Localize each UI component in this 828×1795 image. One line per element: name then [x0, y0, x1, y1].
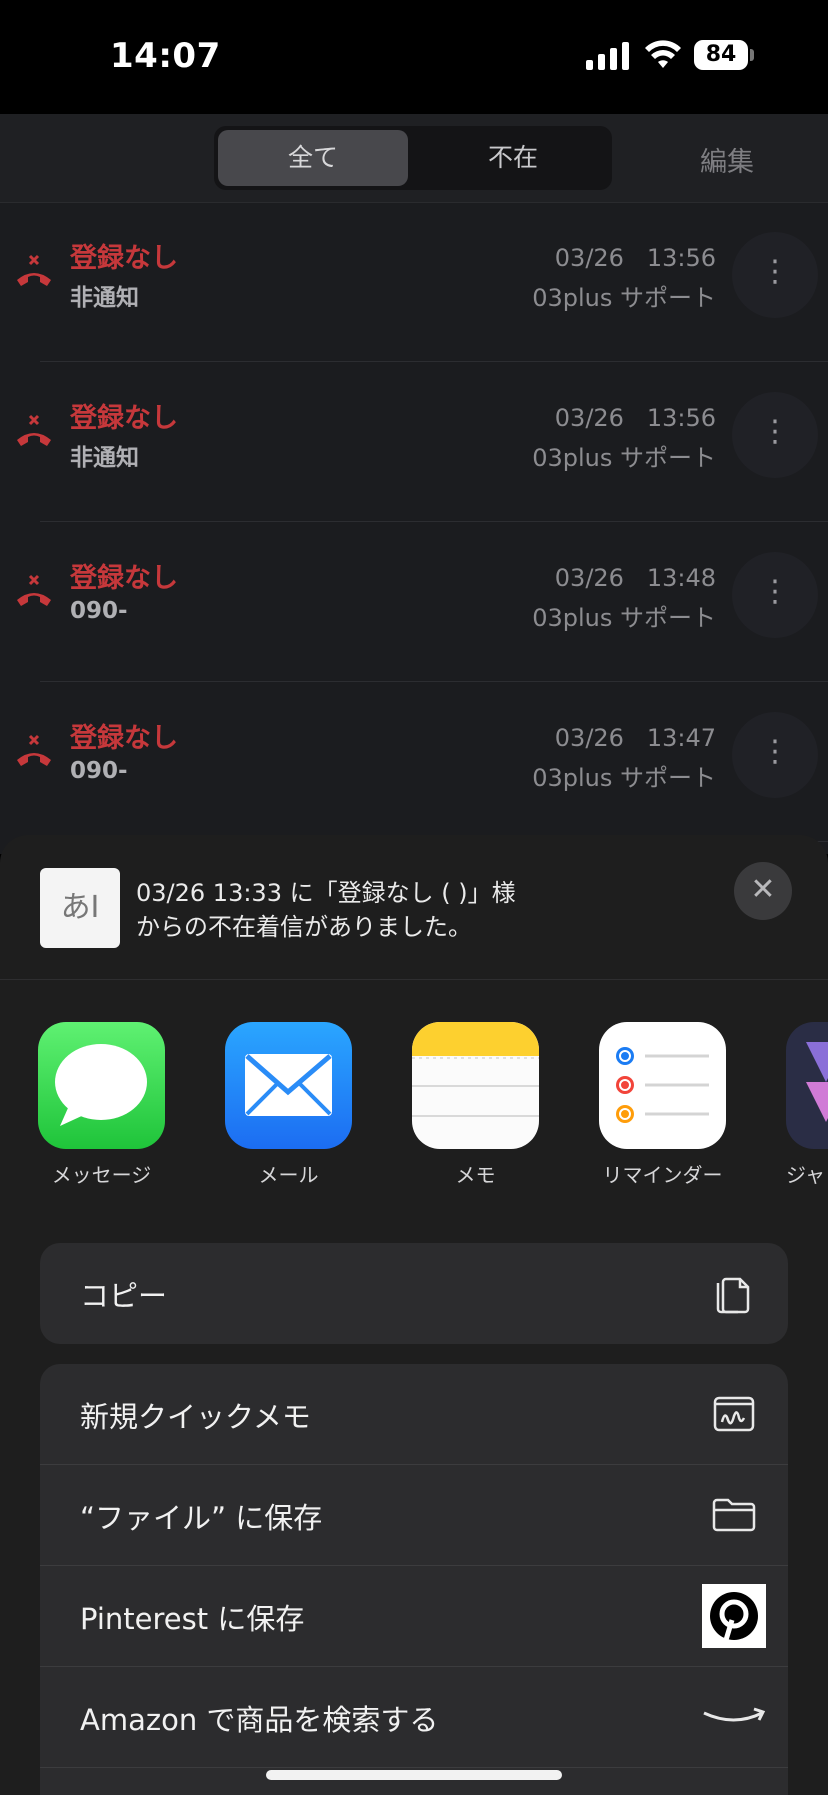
caller-number: 090- — [70, 598, 128, 624]
pinterest-icon — [702, 1584, 766, 1648]
amazon-search-action[interactable]: Amazon で商品を検索する — [40, 1667, 788, 1768]
share-app-reminders[interactable]: リマインダー — [599, 1022, 726, 1188]
cellular-signal-icon — [586, 42, 629, 70]
call-datetime: 03/26 13:48 — [554, 564, 716, 592]
call-line: 03plus サポート — [532, 764, 716, 792]
status-time: 14:07 — [110, 36, 221, 76]
more-options-button[interactable]: ⋮ — [732, 552, 818, 638]
reminders-icon — [599, 1022, 726, 1149]
share-app-shortcuts[interactable]: ジャ — [786, 1022, 828, 1188]
caller-number: 非通知 — [70, 445, 139, 471]
messages-icon — [38, 1022, 165, 1149]
battery-cap — [750, 49, 754, 61]
call-line: 03plus サポート — [532, 604, 716, 632]
more-options-button[interactable]: ⋮ — [732, 392, 818, 478]
actions-group: 新規クイックメモ “ファイル” に保存 Pinterest に保存 Amazon… — [40, 1364, 788, 1795]
call-row[interactable]: 登録なし 090- 03/26 13:48 03plus サポート ⋮ — [0, 522, 828, 682]
caller-name: 登録なし — [70, 403, 178, 434]
share-app-label: ジャ — [786, 1163, 825, 1187]
mail-icon — [225, 1022, 352, 1149]
action-label: 新規クイックメモ — [80, 1400, 311, 1434]
call-datetime: 03/26 13:56 — [554, 404, 716, 432]
folder-icon — [712, 1498, 756, 1532]
battery-indicator: 84 — [694, 40, 748, 70]
shortcuts-icon — [786, 1022, 828, 1149]
missed-call-icon — [17, 574, 51, 606]
close-button[interactable]: ✕ — [734, 862, 792, 920]
copy-group: コピー — [40, 1243, 788, 1344]
share-apps-row: メッセージ メール メモ リマインダー ジャ — [0, 1022, 828, 1192]
call-line: 03plus サポート — [532, 444, 716, 472]
wifi-icon — [645, 40, 681, 68]
copy-icon — [716, 1277, 750, 1314]
more-options-button[interactable]: ⋮ — [732, 712, 818, 798]
caller-name: 登録なし — [70, 243, 178, 274]
quick-note-icon — [713, 1396, 755, 1432]
tab-missed[interactable]: 不在 — [418, 130, 608, 186]
call-line: 03plus サポート — [532, 284, 716, 312]
home-indicator[interactable] — [266, 1770, 562, 1780]
share-app-label: リマインダー — [602, 1163, 723, 1187]
share-message: 03/26 13:33 に「登録なし ( )」様 からの不在着信がありました。 — [136, 876, 676, 944]
missed-call-icon — [17, 734, 51, 766]
share-app-label: メール — [258, 1163, 319, 1187]
call-datetime: 03/26 13:56 — [554, 244, 716, 272]
share-app-notes[interactable]: メモ — [412, 1022, 539, 1188]
copy-label: コピー — [80, 1279, 168, 1313]
share-message-line1: 03/26 13:33 に「登録なし ( )」様 — [136, 879, 516, 907]
action-label: “ファイル” に保存 — [80, 1501, 323, 1535]
amazon-icon — [703, 1707, 766, 1722]
missed-call-icon — [17, 414, 51, 446]
call-row[interactable]: 登録なし 090- 03/26 13:47 03plus サポート ⋮ — [0, 682, 828, 842]
caller-name: 登録なし — [70, 563, 178, 594]
text-preview-thumbnail: あI — [40, 868, 120, 948]
call-datetime: 03/26 13:47 — [554, 724, 716, 752]
share-message-line2: からの不在着信がありました。 — [136, 913, 472, 941]
quick-note-action[interactable]: 新規クイックメモ — [40, 1364, 788, 1465]
filter-segmented-control: 全て 不在 — [214, 126, 612, 190]
share-app-label: メモ — [455, 1163, 496, 1187]
caller-number: 非通知 — [70, 285, 139, 311]
call-row[interactable]: 登録なし非通知 03/26 13:56 03plus サポート ⋮ — [0, 202, 828, 362]
call-row[interactable]: 登録なし非通知 03/26 13:56 03plus サポート ⋮ — [0, 362, 828, 522]
share-app-messages[interactable]: メッセージ — [38, 1022, 165, 1188]
caller-number: 090- — [70, 758, 128, 784]
tab-all[interactable]: 全て — [218, 130, 408, 186]
edit-button[interactable]: 編集 — [700, 140, 754, 179]
caller-name: 登録なし — [70, 723, 178, 754]
more-options-button[interactable]: ⋮ — [732, 232, 818, 318]
save-to-pinterest-action[interactable]: Pinterest に保存 — [40, 1566, 788, 1667]
copy-action[interactable]: コピー — [40, 1243, 788, 1344]
divider — [40, 1767, 788, 1768]
share-app-mail[interactable]: メール — [225, 1022, 352, 1188]
notes-icon — [412, 1022, 539, 1149]
missed-call-icon — [17, 254, 51, 286]
share-app-label: メッセージ — [51, 1163, 152, 1187]
save-to-files-action[interactable]: “ファイル” に保存 — [40, 1465, 788, 1566]
action-label: Amazon で商品を検索する — [80, 1703, 439, 1737]
action-label: Pinterest に保存 — [80, 1602, 305, 1636]
